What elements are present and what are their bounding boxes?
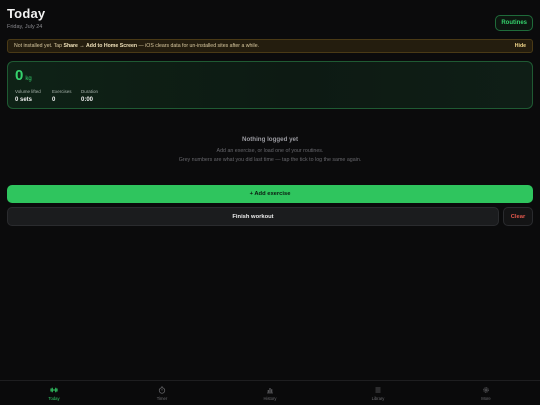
- page-title: Today: [7, 6, 46, 21]
- stat-label: Duration: [81, 89, 99, 94]
- empty-state-hint: Grey numbers are what you did last time …: [178, 157, 362, 163]
- banner-prefix: Not installed yet. Tap: [14, 43, 63, 49]
- tab-label: Today: [48, 395, 60, 401]
- stat-value: 0 sets: [15, 97, 33, 103]
- banner-share: Share: [63, 43, 78, 49]
- list-icon: [375, 387, 381, 392]
- workout-summary-card: 0 kg Volume lifted 0 sets Exercises 0 Du…: [7, 61, 533, 109]
- gear-icon: [483, 386, 489, 393]
- tab-today[interactable]: Today: [0, 381, 108, 405]
- banner-text: Not installed yet. Tap Share → Add to Ho…: [14, 43, 259, 49]
- empty-state-title: Nothing logged yet: [241, 136, 299, 143]
- stat-value: 0: [52, 97, 56, 103]
- header: Today Friday, July 24 Routines: [7, 6, 533, 36]
- tab-label: History: [263, 395, 277, 401]
- tab-timer[interactable]: Timer: [108, 381, 216, 405]
- stat-label: Volume lifted: [15, 89, 41, 94]
- stat-label: Exercises: [52, 89, 72, 94]
- tab-history[interactable]: History: [216, 381, 324, 405]
- page-date: Friday, July 24: [7, 24, 43, 30]
- dumbbell-icon: [50, 387, 58, 392]
- install-banner: Not installed yet. Tap Share → Add to Ho…: [7, 39, 533, 53]
- tab-library[interactable]: Library: [324, 381, 432, 405]
- stopwatch-icon: [158, 386, 166, 394]
- routines-button[interactable]: Routines: [495, 15, 533, 31]
- tab-label: Timer: [156, 395, 168, 401]
- banner-arrow: →: [79, 43, 85, 49]
- total-volume: 0 kg: [15, 67, 32, 84]
- banner-suffix: — iOS clears data for un-installed sites…: [138, 43, 260, 49]
- tab-label: More: [481, 395, 491, 401]
- add-exercise-button[interactable]: + Add exercise: [7, 185, 533, 203]
- stat-exercises: Exercises 0: [52, 89, 72, 103]
- stat-value: 0:00: [81, 97, 94, 103]
- clear-button[interactable]: Clear: [503, 207, 533, 226]
- finish-workout-button[interactable]: Finish workout: [7, 207, 499, 226]
- bar-chart-icon: [267, 387, 273, 393]
- tab-bar: Today Timer History Library More: [0, 380, 540, 405]
- empty-state: Nothing logged yet Add an exercise, or l…: [0, 136, 540, 163]
- total-volume-value: 0: [15, 67, 24, 84]
- banner-add-home: Add to Home Screen: [86, 43, 138, 49]
- stat-volume: Volume lifted 0 sets: [15, 89, 41, 103]
- tab-label: Library: [371, 395, 385, 401]
- hide-banner-button[interactable]: Hide: [515, 43, 526, 49]
- tab-more[interactable]: More: [432, 381, 540, 405]
- stat-duration: Duration 0:00: [81, 89, 98, 103]
- empty-state-hint: Add an exercise, or load one of your rou…: [216, 148, 324, 154]
- total-volume-unit: kg: [25, 76, 32, 82]
